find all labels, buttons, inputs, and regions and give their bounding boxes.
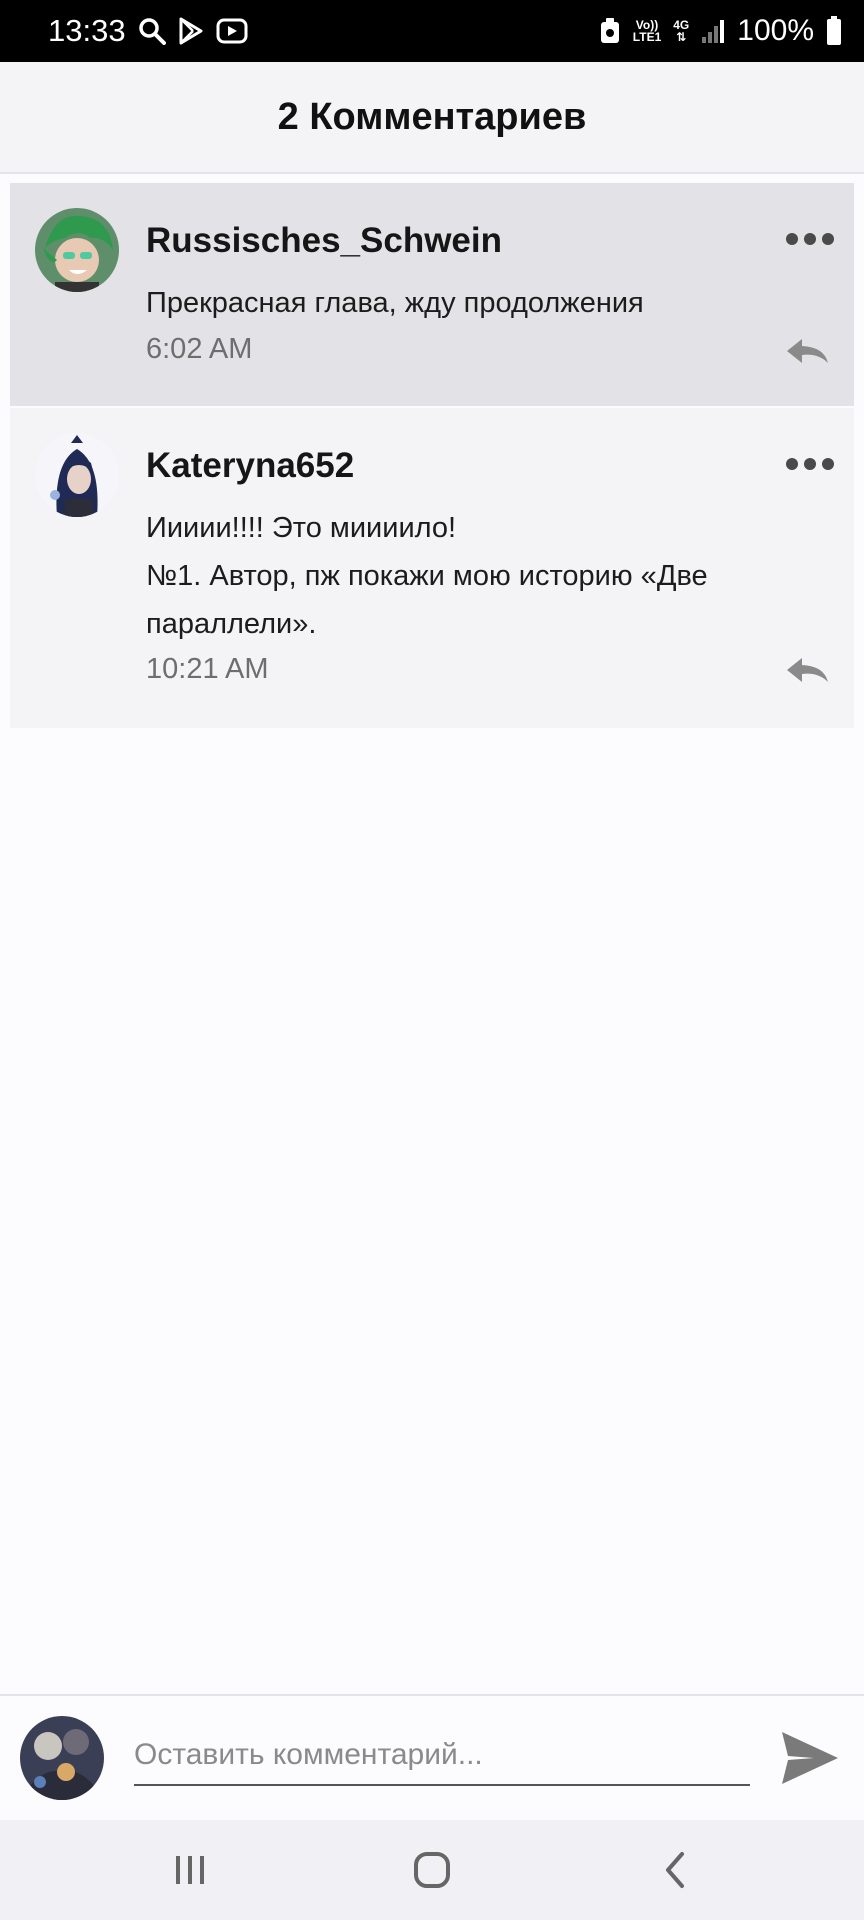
comment-text: Прекрасная глава, жду продолжения [146,279,806,327]
comment-text-line: параллели». [146,608,317,640]
system-nav-bar [0,1820,864,1920]
comment-item[interactable]: Russisches_Schwein Прекрасная глава, жду… [10,183,854,406]
status-bar: 13:33 Vo)) LTE1 4G ⇅ 100% [0,0,864,62]
data-arrows: ⇅ [676,30,687,44]
volte-icon: Vo)) LTE1 [633,19,661,43]
more-options-icon[interactable] [786,233,834,245]
page-title: 2 Комментариев [277,95,587,138]
comment-timestamp: 10:21 AM [146,653,269,685]
comment-text-line: №1. Автор, пж покажи мою историю «Две [146,560,708,592]
battery-icon [826,16,842,46]
current-user-avatar [20,1716,104,1800]
back-icon[interactable] [656,1850,696,1895]
green-hair-avatar[interactable] [35,208,119,292]
comment-username[interactable]: Kateryna652 [146,446,354,486]
comment-username[interactable]: Russisches_Schwein [146,221,502,261]
comment-input[interactable] [134,1726,750,1786]
send-icon[interactable] [780,1730,840,1791]
comment-text-line: Иииии!!!! Это миииило! [146,512,457,544]
comment-timestamp: 6:02 AM [146,333,253,365]
battery-text: 100% [737,14,814,47]
volte-label-bottom: LTE1 [632,30,662,44]
reply-icon[interactable] [784,654,830,691]
comments-header: 2 Комментариев [0,62,864,174]
4g-icon: 4G ⇅ [673,19,689,43]
search-icon [138,17,166,45]
home-icon[interactable] [412,1850,452,1895]
comment-text: Иииии!!!! Это миииило! №1. Автор, пж пок… [146,504,806,648]
recent-apps-icon[interactable] [170,1850,210,1895]
reply-icon[interactable] [784,335,830,372]
status-bar-left: 13:33 [48,13,248,49]
comment-item[interactable]: Kateryna652 Иииии!!!! Это миииило! №1. А… [10,408,854,728]
signal-icon [701,18,725,44]
more-options-icon[interactable] [786,458,834,470]
dark-hair-avatar[interactable] [35,433,119,517]
play-store-icon [178,17,204,45]
status-bar-right: Vo)) LTE1 4G ⇅ 100% [599,14,842,48]
comment-input-bar [0,1694,864,1822]
eco-icon [599,17,621,45]
status-time: 13:33 [48,13,126,48]
youtube-icon [216,17,248,45]
comment-text-line: Прекрасная глава, жду продолжения [146,287,644,319]
